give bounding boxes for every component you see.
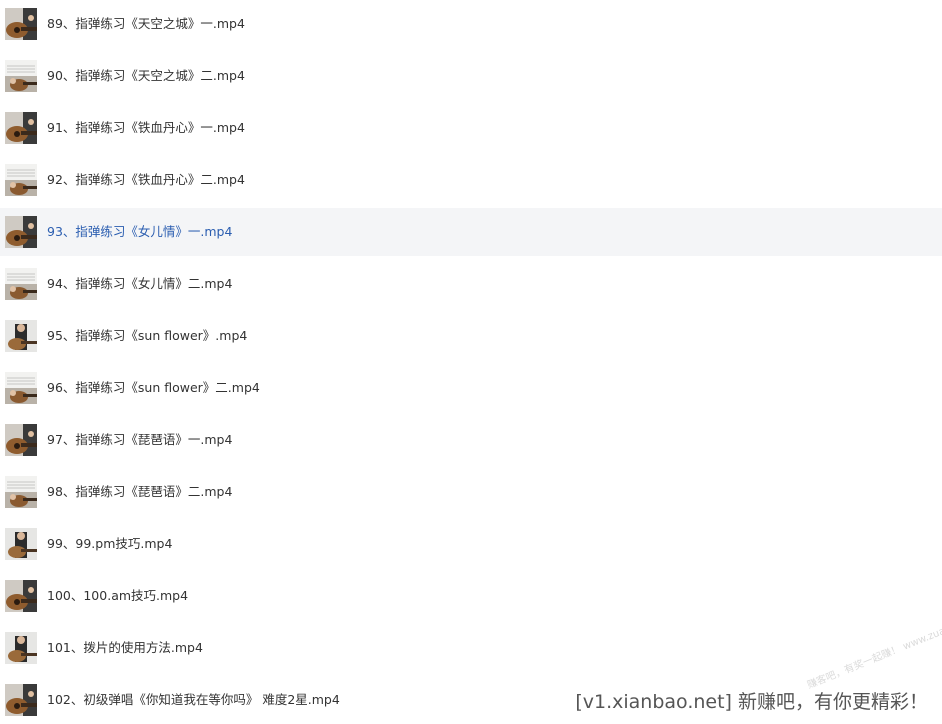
file-row[interactable]: 97、指弹练习《琵琶语》一.mp4: [0, 416, 942, 464]
file-row[interactable]: 101、拨片的使用方法.mp4: [0, 624, 942, 672]
video-thumbnail[interactable]: [5, 632, 37, 664]
file-row[interactable]: 99、99.pm技巧.mp4: [0, 520, 942, 568]
file-name[interactable]: 91、指弹练习《铁血丹心》一.mp4: [47, 104, 245, 152]
file-row[interactable]: 93、指弹练习《女儿情》一.mp4: [0, 208, 942, 256]
video-thumbnail[interactable]: [5, 112, 37, 144]
video-thumbnail[interactable]: [5, 372, 37, 404]
file-row[interactable]: 96、指弹练习《sun flower》二.mp4: [0, 364, 942, 412]
video-thumbnail[interactable]: [5, 476, 37, 508]
video-thumbnail[interactable]: [5, 8, 37, 40]
file-name[interactable]: 92、指弹练习《铁血丹心》二.mp4: [47, 156, 245, 204]
video-thumbnail[interactable]: [5, 424, 37, 456]
file-row[interactable]: 95、指弹练习《sun flower》.mp4: [0, 312, 942, 360]
video-thumbnail[interactable]: [5, 684, 37, 716]
file-name[interactable]: 96、指弹练习《sun flower》二.mp4: [47, 364, 260, 412]
file-name[interactable]: 93、指弹练习《女儿情》一.mp4: [47, 208, 232, 256]
file-name[interactable]: 98、指弹练习《琵琶语》二.mp4: [47, 468, 232, 516]
file-row[interactable]: 94、指弹练习《女儿情》二.mp4: [0, 260, 942, 308]
file-name[interactable]: 94、指弹练习《女儿情》二.mp4: [47, 260, 232, 308]
file-name[interactable]: 95、指弹练习《sun flower》.mp4: [47, 312, 247, 360]
file-name[interactable]: 97、指弹练习《琵琶语》一.mp4: [47, 416, 232, 464]
file-row[interactable]: 100、100.am技巧.mp4: [0, 572, 942, 620]
file-row[interactable]: 98、指弹练习《琵琶语》二.mp4: [0, 468, 942, 516]
file-list: 89、指弹练习《天空之城》一.mp4 90、指弹练习《天空之城》二.mp4 91、指…: [0, 0, 942, 724]
video-thumbnail[interactable]: [5, 580, 37, 612]
video-thumbnail[interactable]: [5, 320, 37, 352]
video-thumbnail[interactable]: [5, 164, 37, 196]
file-name[interactable]: 102、初级弹唱《你知道我在等你吗》 难度2星.mp4: [47, 676, 340, 724]
watermark-text: [v1.xianbao.net] 新赚吧，有你更精彩！: [575, 691, 928, 713]
video-thumbnail[interactable]: [5, 216, 37, 248]
file-row[interactable]: 90、指弹练习《天空之城》二.mp4: [0, 52, 942, 100]
video-thumbnail[interactable]: [5, 268, 37, 300]
file-row[interactable]: 92、指弹练习《铁血丹心》二.mp4: [0, 156, 942, 204]
video-thumbnail[interactable]: [5, 528, 37, 560]
file-name[interactable]: 101、拨片的使用方法.mp4: [47, 624, 203, 672]
file-name[interactable]: 100、100.am技巧.mp4: [47, 572, 188, 620]
file-row[interactable]: 91、指弹练习《铁血丹心》一.mp4: [0, 104, 942, 152]
file-name[interactable]: 89、指弹练习《天空之城》一.mp4: [47, 0, 245, 48]
file-name[interactable]: 90、指弹练习《天空之城》二.mp4: [47, 52, 245, 100]
file-row[interactable]: 89、指弹练习《天空之城》一.mp4: [0, 0, 942, 48]
file-name[interactable]: 99、99.pm技巧.mp4: [47, 520, 172, 568]
video-thumbnail[interactable]: [5, 60, 37, 92]
